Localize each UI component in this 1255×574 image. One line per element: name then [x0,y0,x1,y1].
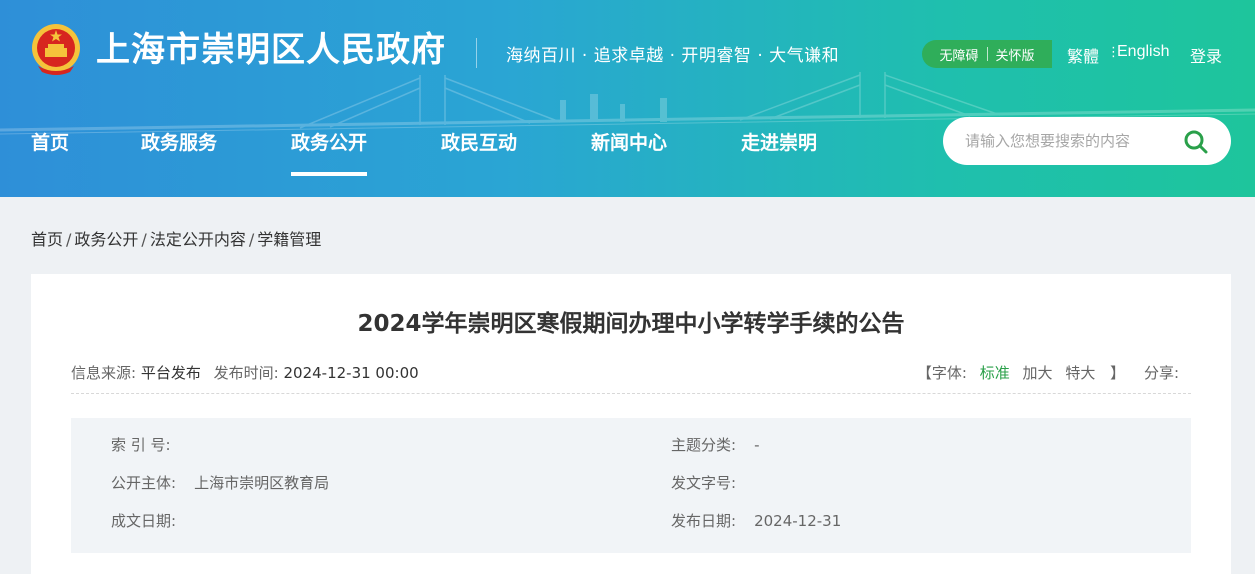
article-meta: 信息来源: 平台发布 发布时间: 2024-12-31 00:00 【字体: 标… [71,362,1191,394]
nav-item-about[interactable]: 走进崇明 [741,128,817,155]
topic-cell: 主题分类: - [671,434,759,455]
breadcrumb-separator: / [248,230,255,249]
publisher-label: 公开主体: [111,474,177,492]
article-card: 2024学年崇明区寒假期间办理中小学转学手续的公告 信息来源: 平台发布 发布时… [31,274,1231,574]
article-title: 2024学年崇明区寒假期间办理中小学转学手续的公告 [357,311,905,337]
publisher-value: 上海市崇明区教育局 [194,474,330,492]
doc-number-cell: 发文字号: [671,472,754,493]
written-date-cell: 成文日期: [111,510,194,531]
main-nav: 首页 政务服务 政务公开 政民互动 新闻中心 走进崇明 [0,118,940,178]
source-label: 信息来源: [71,364,137,382]
accessibility-button[interactable]: 无障碍 [939,45,978,64]
breadcrumb-home[interactable]: 首页 [31,230,63,249]
site-title[interactable]: 上海市崇明区人民政府 [96,26,446,74]
english-link[interactable]: English [1117,43,1169,61]
time-label: 发布时间: [213,364,279,382]
font-size-label: 【字体: [916,364,967,382]
breadcrumb-enrollment[interactable]: 学籍管理 [257,230,321,249]
care-mode-button[interactable]: 关怀版 [996,45,1035,64]
header-top-row: 上海市崇明区人民政府 海纳百川 · 追求卓越 · 开明睿智 · 大气谦和 无障碍… [0,0,1255,100]
breadcrumb: 首页 / 政务公开 / 法定公开内容 / 学籍管理 [31,226,321,250]
breadcrumb-statutory[interactable]: 法定公开内容 [150,230,246,249]
publish-date-cell: 发布日期: 2024-12-31 [671,510,841,531]
breadcrumb-separator: / [141,230,147,249]
doc-number-label: 发文字号: [671,474,737,492]
info-row: 索 引 号: 主题分类: - [71,434,1191,472]
info-row: 成文日期: 发布日期: 2024-12-31 [71,510,1191,548]
share-label: 分享: [1143,364,1179,382]
pill-divider [986,47,988,61]
meta-tools: 【字体: 标准 加大 特大 】 分享: [917,362,1179,383]
site-slogan: 海纳百川 · 追求卓越 · 开明睿智 · 大气谦和 [506,46,840,66]
publisher-cell: 公开主体: 上海市崇明区教育局 [111,472,329,493]
nav-item-interaction[interactable]: 政民互动 [441,128,517,155]
font-bracket-close: 】 [1110,364,1126,382]
nav-item-news[interactable]: 新闻中心 [591,128,667,155]
accessibility-switch: 无障碍 关怀版 [922,40,1052,68]
index-number-cell: 索 引 号: [111,434,189,455]
topic-label: 主题分类: [671,436,737,454]
source-value: 平台发布 [140,364,201,382]
search-icon[interactable] [1183,129,1209,155]
login-link[interactable]: 登录 [1190,43,1222,67]
national-emblem-icon[interactable] [30,22,82,76]
breadcrumb-separator: / [66,230,72,249]
publish-date-label: 发布日期: [671,512,737,530]
site-header: 上海市崇明区人民政府 海纳百川 · 追求卓越 · 开明睿智 · 大气谦和 无障碍… [0,0,1255,197]
font-xlarge-button[interactable]: 特大 [1065,364,1095,382]
title-divider [476,38,477,68]
breadcrumb-openness[interactable]: 政务公开 [74,230,138,249]
document-info-table: 索 引 号: 主题分类: - 公开主体: 上海市崇明区教育局 发文字号: 成文日期:… [71,418,1191,553]
time-value: 2024-12-31 00:00 [283,364,419,382]
nav-item-home[interactable]: 首页 [31,128,69,155]
search-input[interactable] [965,129,1175,153]
traditional-chinese-link[interactable]: 繁體 [1067,43,1099,67]
info-row: 公开主体: 上海市崇明区教育局 发文字号: [71,472,1191,510]
index-number-label: 索 引 号: [111,436,171,454]
font-standard-button[interactable]: 标准 [980,364,1010,382]
nav-item-services[interactable]: 政务服务 [141,128,217,155]
nav-item-openness[interactable]: 政务公开 [291,128,368,176]
topic-value: - [754,436,760,454]
written-date-label: 成文日期: [111,512,177,530]
font-large-button[interactable]: 加大 [1023,364,1053,382]
publish-date-value: 2024-12-31 [754,512,842,530]
meta-source-time: 信息来源: 平台发布 发布时间: 2024-12-31 00:00 [71,362,419,383]
